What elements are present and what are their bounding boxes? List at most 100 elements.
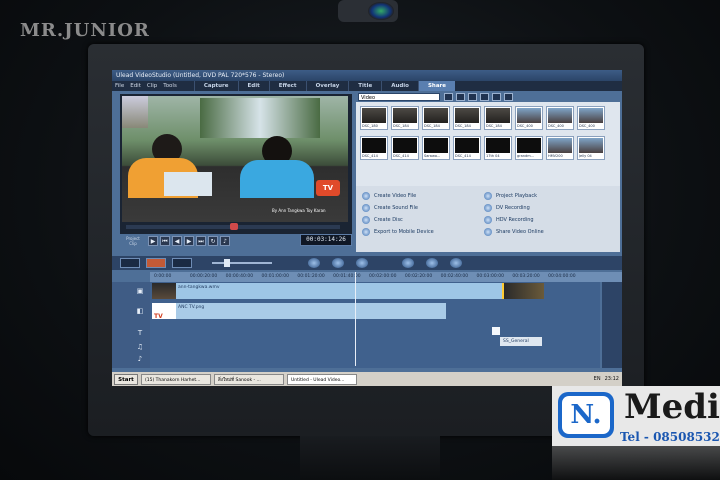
library-thumbnail[interactable]: grandm...: [515, 136, 543, 160]
library-thumbnail[interactable]: DSC_400: [546, 106, 574, 130]
taskbar-item-thanakorn[interactable]: (15) Thanakorn Harhet...: [141, 373, 211, 385]
menu-file[interactable]: File: [112, 81, 127, 91]
thumbnail-label: HMV200: [548, 154, 563, 158]
end-icon[interactable]: ⏭: [196, 236, 206, 246]
create-disc-label: Create Disc: [374, 217, 403, 223]
ruler-tick-label: 00:02:20:00: [404, 274, 433, 279]
thumbnail-label: DSC_184: [486, 124, 502, 128]
create-disc-button[interactable]: Create Disc: [362, 214, 482, 226]
export-to-mobile-button[interactable]: Export to Mobile Device: [362, 226, 482, 238]
thumbnail-image: [579, 138, 603, 153]
next-frame-icon[interactable]: ▶: [184, 236, 194, 246]
library-thumbnail[interactable]: DSC_400: [515, 106, 543, 130]
library-thumbnail[interactable]: DSC_184: [453, 106, 481, 130]
overlay-clip[interactable]: ANC TV.png: [152, 303, 446, 319]
ruler-tick-label: 00:03:20:00: [512, 274, 540, 279]
project-playback-button[interactable]: Project Playback: [484, 190, 614, 202]
preview-video[interactable]: TV By Ann Tangkwa Toy Karan: [122, 96, 348, 222]
thumbnail-image: [393, 108, 417, 123]
audio-view-icon[interactable]: [172, 258, 192, 268]
timeline-ruler[interactable]: 0:00:00 00:00:20:00 00:00:40:00 00:01:00:00…: [150, 272, 622, 282]
library-thumbnail[interactable]: DSC_414: [391, 136, 419, 160]
taskbar-item-sanook[interactable]: สิ่งใหม่ที่ Sanook - ...: [214, 373, 284, 385]
library-thumbnail[interactable]: DSC_400: [577, 106, 605, 130]
library-thumbnail[interactable]: DSC_180: [360, 106, 388, 130]
timeline-vertical-scrollbar[interactable]: [602, 282, 622, 368]
chapter-icon[interactable]: [426, 258, 438, 268]
library-thumbnail[interactable]: DSC_414: [360, 136, 388, 160]
title-clip-marker[interactable]: [492, 327, 500, 335]
watermark-mr-junior: MR.JUNIOR: [20, 20, 150, 41]
language-indicator[interactable]: EN: [594, 376, 601, 382]
brand-name: Media: [624, 387, 720, 427]
timeline-tracks[interactable]: ann-tangkwa.wmv ANC TV.png TV SS_General: [150, 282, 600, 368]
library-thumbnail[interactable]: DSC_184: [484, 106, 512, 130]
ruler-tick-label: 00:00:20:00: [189, 274, 218, 279]
library-thumbnail[interactable]: HMV200: [546, 136, 574, 160]
record-icon[interactable]: [356, 258, 368, 268]
step-title[interactable]: Title: [348, 81, 381, 91]
start-button[interactable]: Start: [114, 373, 138, 385]
home-icon[interactable]: ⏮: [160, 236, 170, 246]
play-icon[interactable]: ▶: [148, 236, 158, 246]
library-manager-icon[interactable]: [504, 93, 513, 101]
undo-icon[interactable]: [308, 258, 320, 268]
redo-icon[interactable]: [332, 258, 344, 268]
share-video-online-button[interactable]: Share Video Online: [484, 226, 614, 238]
video-clip-end[interactable]: [502, 283, 544, 299]
dv-recording-icon: [484, 204, 492, 212]
taskbar-item-videostudio[interactable]: Untitled - Ulead Video...: [287, 373, 357, 385]
step-share[interactable]: Share: [417, 81, 455, 91]
repeat-icon[interactable]: ↻: [208, 236, 218, 246]
thumbnail-image: [455, 138, 479, 153]
step-overlay[interactable]: Overlay: [305, 81, 349, 91]
project-playback-label: Project Playback: [496, 193, 538, 199]
import-icon[interactable]: [456, 93, 465, 101]
view-icon[interactable]: [468, 93, 477, 101]
step-edit[interactable]: Edit: [237, 81, 269, 91]
zoom-slider[interactable]: [212, 262, 272, 264]
thumbnail-image: [579, 108, 603, 123]
share-column-right: Project Playback DV Recording HDV Record…: [484, 190, 614, 238]
options-icon[interactable]: [492, 93, 501, 101]
library-toolbar: Video: [356, 92, 620, 102]
storyboard-view-icon[interactable]: [120, 258, 140, 268]
library-thumbnail[interactable]: Jelly 04: [577, 136, 605, 160]
library-folder-dropdown[interactable]: Video: [358, 93, 440, 101]
video-background-waterfall: [200, 98, 320, 138]
step-capture[interactable]: Capture: [193, 81, 238, 91]
dv-recording-button[interactable]: DV Recording: [484, 202, 614, 214]
menu-edit[interactable]: Edit: [127, 81, 144, 91]
library-thumbnail[interactable]: Sarawo...: [422, 136, 450, 160]
clock: 23:12: [604, 376, 619, 382]
library-thumbnail[interactable]: DSC_414: [453, 136, 481, 160]
create-video-file-button[interactable]: Create Video File: [362, 190, 482, 202]
zoom-slider-thumb[interactable]: [224, 259, 230, 267]
library-thumbnail[interactable]: 17th 04: [484, 136, 512, 160]
thumbnail-image: [486, 138, 510, 153]
library-thumbnail[interactable]: DSC_184: [422, 106, 450, 130]
thumbnail-image: [424, 108, 448, 123]
project-clip-toggle[interactable]: Project Clip: [122, 236, 144, 246]
step-audio[interactable]: Audio: [381, 81, 418, 91]
scrubber-thumb[interactable]: [230, 223, 238, 230]
timeline-view-icon[interactable]: [146, 258, 166, 268]
timecode-display[interactable]: 00:03:14:26: [300, 234, 352, 246]
track-manager-icon[interactable]: [402, 258, 414, 268]
sort-icon[interactable]: [480, 93, 489, 101]
volume-icon[interactable]: ♪: [220, 236, 230, 246]
prev-frame-icon[interactable]: ◀: [172, 236, 182, 246]
create-sound-file-button[interactable]: Create Sound File: [362, 202, 482, 214]
timeline-playhead[interactable]: [355, 272, 356, 366]
library-thumbnail[interactable]: DSC_184: [391, 106, 419, 130]
hdv-recording-button[interactable]: HDV Recording: [484, 214, 614, 226]
thumbnail-image: [517, 108, 541, 123]
step-effect[interactable]: Effect: [268, 81, 306, 91]
add-folder-icon[interactable]: [444, 93, 453, 101]
thumbnail-label: DSC_414: [362, 154, 378, 158]
menu-tools[interactable]: Tools: [160, 81, 180, 91]
menu-clip[interactable]: Clip: [144, 81, 160, 91]
video-clip[interactable]: ann-tangkwa.wmv: [152, 283, 502, 299]
title-clip[interactable]: SS_General: [500, 337, 542, 346]
smart-proxy-icon[interactable]: [450, 258, 462, 268]
